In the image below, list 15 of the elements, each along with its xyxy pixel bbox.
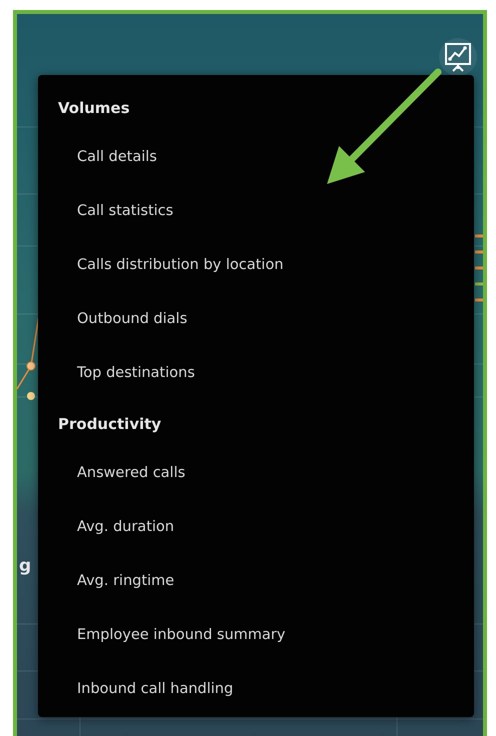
menu-item[interactable]: Top destinations	[38, 347, 474, 401]
menu-item[interactable]: Call statistics	[38, 185, 474, 239]
menu-group-header: Productivity	[57, 414, 162, 435]
menu-item[interactable]: Inbound call handling	[38, 663, 474, 717]
menu-item[interactable]: Employee inbound summary	[38, 609, 474, 663]
presentation-chart-icon	[444, 42, 472, 72]
menu-item[interactable]: Calls distribution by location	[38, 239, 474, 293]
menu-group-header: Volumes	[57, 98, 131, 119]
menu-item[interactable]: Avg. duration	[38, 501, 474, 555]
menu-item[interactable]: Call details	[38, 131, 474, 185]
menu-item[interactable]: Outbound dials	[38, 293, 474, 347]
menu-item[interactable]: Avg. ringtime	[38, 555, 474, 609]
section-title: g	[19, 555, 32, 578]
menu-item[interactable]: Answered calls	[38, 447, 474, 501]
reports-button[interactable]	[439, 38, 477, 76]
